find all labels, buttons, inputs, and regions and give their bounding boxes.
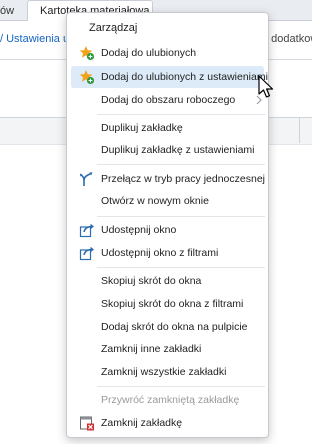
menu-item-label: Zamknij zakładkę xyxy=(101,417,183,429)
toolbar-extras-button[interactable]: e dodatkow xyxy=(262,33,312,45)
menu-item-close-tab[interactable]: Zamknij zakładkę xyxy=(71,412,264,434)
menu-item-label: Skopiuj skrót do okna z filtrami xyxy=(101,298,244,310)
menu-item-share-window[interactable]: Udostępnij okno xyxy=(71,219,264,241)
menu-item-restore-closed-tab: Przywróć zamkniętą zakładkę xyxy=(71,389,264,411)
share-icon xyxy=(79,223,94,238)
close-tab-icon xyxy=(80,416,94,431)
menu-item-close-other-tabs[interactable]: Zamknij inne zakładki xyxy=(71,338,264,360)
menu-item-label: Udostępnij okno z filtrami xyxy=(101,247,219,259)
menu-item-add-favorites-with-settings[interactable]: Dodaj do ulubionych z ustawieniami xyxy=(71,66,268,88)
split-arrows-icon xyxy=(80,172,93,186)
menu-item-label: Otwórz w nowym oknie xyxy=(101,195,209,207)
menu-separator xyxy=(97,216,265,217)
menu-item-label: Zamknij wszystkie zakładki xyxy=(101,366,227,378)
star-add-icon xyxy=(79,46,95,61)
grid-column-divider xyxy=(299,117,300,143)
menu-item-copy-shortcut-with-filters[interactable]: Skopiuj skrót do okna z filtrami xyxy=(71,293,264,315)
menu-item-label: Dodaj do ulubionych xyxy=(101,47,197,59)
menu-separator xyxy=(97,114,265,115)
menu-separator xyxy=(97,164,265,165)
tab-previous[interactable]: ów xyxy=(0,2,20,20)
menu-item-label: Duplikuj zakładkę z ustawieniami xyxy=(101,144,255,156)
toolbar-settings-button[interactable]: / Ustawienia uż xyxy=(0,33,70,45)
menu-item-label: Skopiuj skrót do okna xyxy=(101,275,202,287)
menu-item-label: Dodaj do obszaru roboczego xyxy=(101,94,236,106)
menu-item-add-to-workspace[interactable]: Dodaj do obszaru roboczego xyxy=(71,89,264,111)
menu-header: Zarządzaj xyxy=(89,22,138,34)
menu-item-add-favorites[interactable]: Dodaj do ulubionych xyxy=(71,42,264,64)
menu-item-add-desktop-shortcut[interactable]: Dodaj skrót do okna na pulpicie xyxy=(71,316,264,338)
menu-item-label: Dodaj do ulubionych z ustawieniami xyxy=(101,71,268,83)
menu-item-label: Duplikuj zakładkę xyxy=(101,122,183,134)
menu-item-open-new-window[interactable]: Otwórz w nowym oknie xyxy=(71,190,264,212)
star-add-icon xyxy=(79,70,95,85)
menu-item-label: Przełącz w tryb pracy jednoczesnej xyxy=(101,173,265,185)
menu-item-duplicate-tab-with-settings[interactable]: Duplikuj zakładkę z ustawieniami xyxy=(71,139,264,161)
menu-item-label: Dodaj skrót do okna na pulpicie xyxy=(101,321,248,333)
menu-item-label: Udostępnij okno xyxy=(101,224,177,236)
menu-item-label: Zamknij inne zakładki xyxy=(101,343,202,355)
menu-item-copy-shortcut[interactable]: Skopiuj skrót do okna xyxy=(71,270,264,292)
context-menu: Zarządzaj Dodaj do ulubionych Dodaj do u… xyxy=(66,12,269,438)
menu-item-share-window-with-filters[interactable]: Udostępnij okno z filtrami xyxy=(71,242,264,264)
menu-separator xyxy=(97,267,265,268)
menu-item-duplicate-tab[interactable]: Duplikuj zakładkę xyxy=(71,117,264,139)
menu-item-close-all-tabs[interactable]: Zamknij wszystkie zakładki xyxy=(71,361,264,383)
share-icon xyxy=(79,246,94,261)
menu-item-concurrent-mode[interactable]: Przełącz w tryb pracy jednoczesnej xyxy=(71,168,265,190)
menu-separator xyxy=(97,386,265,387)
mouse-cursor-icon xyxy=(258,75,274,98)
menu-item-label: Przywróć zamkniętą zakładkę xyxy=(101,394,240,406)
